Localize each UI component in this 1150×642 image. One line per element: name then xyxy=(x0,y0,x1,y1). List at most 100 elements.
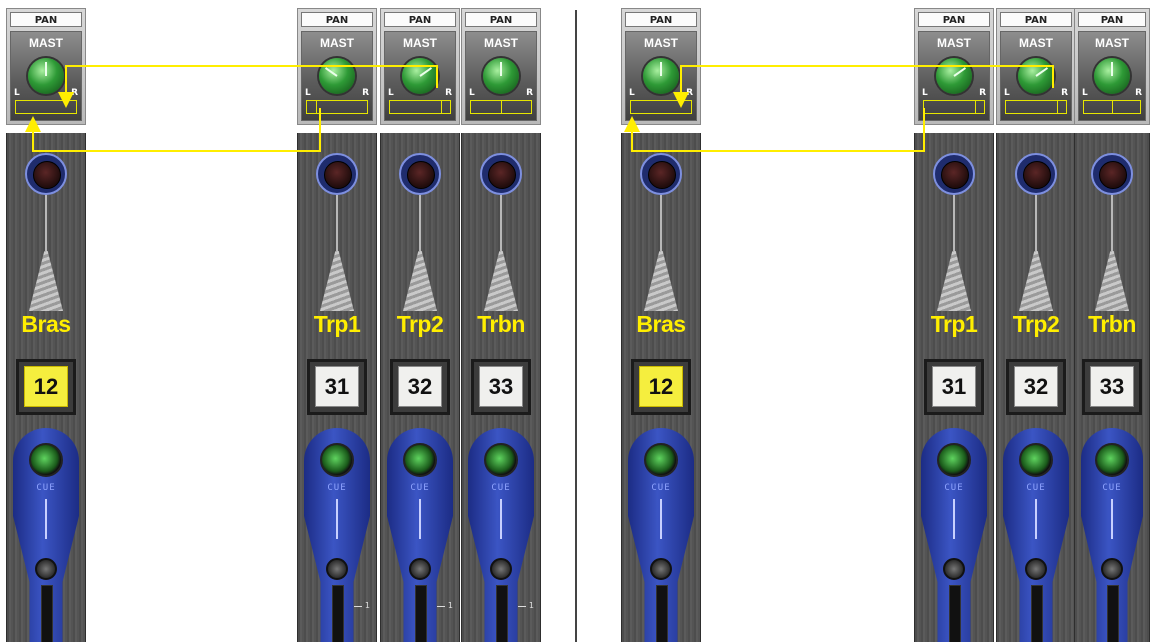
fader[interactable] xyxy=(415,585,427,642)
pan-tab[interactable]: PAN xyxy=(1000,12,1072,27)
channel-number: 12 xyxy=(639,366,683,407)
cue-button[interactable] xyxy=(403,443,437,477)
pan-knob[interactable] xyxy=(643,58,679,94)
cue-label: CUE xyxy=(491,483,511,493)
channel-name: Trbn xyxy=(477,311,525,337)
channel-select-button[interactable]: 32 xyxy=(1006,359,1066,415)
cue-button[interactable] xyxy=(320,443,354,477)
channel-select-button[interactable]: 31 xyxy=(924,359,984,415)
channel-select-button[interactable]: 33 xyxy=(1082,359,1142,415)
cue-button[interactable] xyxy=(1019,443,1053,477)
fader[interactable] xyxy=(496,585,508,642)
pan-tab[interactable]: PAN xyxy=(465,12,537,27)
channel-number: 33 xyxy=(1090,366,1134,407)
left-label: L xyxy=(469,88,475,98)
pan-knob[interactable] xyxy=(402,58,438,94)
cue-button[interactable] xyxy=(1095,443,1129,477)
fader-cap-icon xyxy=(1095,251,1129,311)
channel-name: Bras xyxy=(636,311,686,337)
screw-icon xyxy=(1025,558,1047,580)
pan-knob[interactable] xyxy=(319,58,355,94)
pan-knob[interactable] xyxy=(1094,58,1130,94)
channel-number: 12 xyxy=(24,366,68,407)
channel-select-button[interactable]: 12 xyxy=(631,359,691,415)
channel-select-button[interactable]: 33 xyxy=(471,359,531,415)
pan-module-trbn: PAN MAST L R xyxy=(461,8,541,125)
fader[interactable] xyxy=(1031,585,1043,642)
channel-select-button[interactable]: 12 xyxy=(16,359,76,415)
fader-cap-icon xyxy=(937,251,971,311)
pan-box: MAST L R xyxy=(301,31,373,121)
pan-knob[interactable] xyxy=(1018,58,1054,94)
mast-label: MAST xyxy=(403,36,437,50)
channel-select-button[interactable]: 31 xyxy=(307,359,367,415)
screw-icon xyxy=(409,558,431,580)
fader-cap-icon xyxy=(644,251,678,311)
fader[interactable] xyxy=(41,585,53,642)
pan-module-trp1: PAN MAST L R xyxy=(914,8,994,125)
cue-button[interactable] xyxy=(484,443,518,477)
left-label: L xyxy=(922,88,928,98)
channel-name: Bras xyxy=(21,311,71,337)
channel-name: Trp1 xyxy=(930,311,978,337)
screw-icon xyxy=(1101,558,1123,580)
scale-label: 1 xyxy=(528,601,534,610)
pan-module-trp2: PAN MAST L R xyxy=(996,8,1076,125)
channel-name: Trp2 xyxy=(1012,311,1060,337)
channel-strip-trp1: Trp1 31 CUE 1 xyxy=(297,133,377,642)
right-label: R xyxy=(686,88,693,98)
fader[interactable] xyxy=(656,585,668,642)
fader[interactable] xyxy=(332,585,344,642)
left-label: L xyxy=(14,88,20,98)
channel-name: Trbn xyxy=(1088,311,1136,337)
pan-box: MAST L R xyxy=(1000,31,1072,121)
pan-knob[interactable] xyxy=(936,58,972,94)
fader-cap-icon xyxy=(403,251,437,311)
fader-cap-icon xyxy=(484,251,518,311)
pan-tab[interactable]: PAN xyxy=(384,12,456,27)
pan-tab[interactable]: PAN xyxy=(918,12,990,27)
right-label: R xyxy=(979,88,986,98)
pan-module-bras: PAN MAST L R xyxy=(621,8,701,125)
channel-select-button[interactable]: 32 xyxy=(390,359,450,415)
mast-label: MAST xyxy=(937,36,971,50)
channel-number: 31 xyxy=(315,366,359,407)
signal-led xyxy=(480,153,522,195)
channel-strip-bras: Bras 12 CUE xyxy=(621,133,701,642)
pan-box: MAST L R xyxy=(10,31,82,121)
pan-meter xyxy=(1083,100,1141,114)
pan-tab[interactable]: PAN xyxy=(1078,12,1146,27)
fader[interactable] xyxy=(1107,585,1119,642)
cue-label: CUE xyxy=(944,483,964,493)
pan-tab[interactable]: PAN xyxy=(625,12,697,27)
signal-led xyxy=(25,153,67,195)
left-label: L xyxy=(1004,88,1010,98)
mast-label: MAST xyxy=(29,36,63,50)
signal-led xyxy=(399,153,441,195)
pan-tab[interactable]: PAN xyxy=(301,12,373,27)
cue-label: CUE xyxy=(1026,483,1046,493)
pan-box: MAST L R xyxy=(1078,31,1146,121)
pan-tab[interactable]: PAN xyxy=(10,12,82,27)
cue-button[interactable] xyxy=(29,443,63,477)
cue-button[interactable] xyxy=(644,443,678,477)
cue-label: CUE xyxy=(410,483,430,493)
screw-icon xyxy=(490,558,512,580)
cue-button[interactable] xyxy=(937,443,971,477)
cue-label: CUE xyxy=(327,483,347,493)
fader[interactable] xyxy=(949,585,961,642)
fader-cap-icon xyxy=(1019,251,1053,311)
pan-box: MAST L R xyxy=(465,31,537,121)
pan-meter xyxy=(470,100,532,114)
cue-label: CUE xyxy=(36,483,56,493)
mast-label: MAST xyxy=(1095,36,1129,50)
right-label: R xyxy=(1135,88,1142,98)
mast-label: MAST xyxy=(320,36,354,50)
screw-icon xyxy=(650,558,672,580)
channel-number: 31 xyxy=(932,366,976,407)
right-label: R xyxy=(526,88,533,98)
pan-knob[interactable] xyxy=(28,58,64,94)
channel-strip-trp2: Trp2 32 CUE 1 xyxy=(380,133,460,642)
cue-label: CUE xyxy=(1102,483,1122,493)
pan-knob[interactable] xyxy=(483,58,519,94)
